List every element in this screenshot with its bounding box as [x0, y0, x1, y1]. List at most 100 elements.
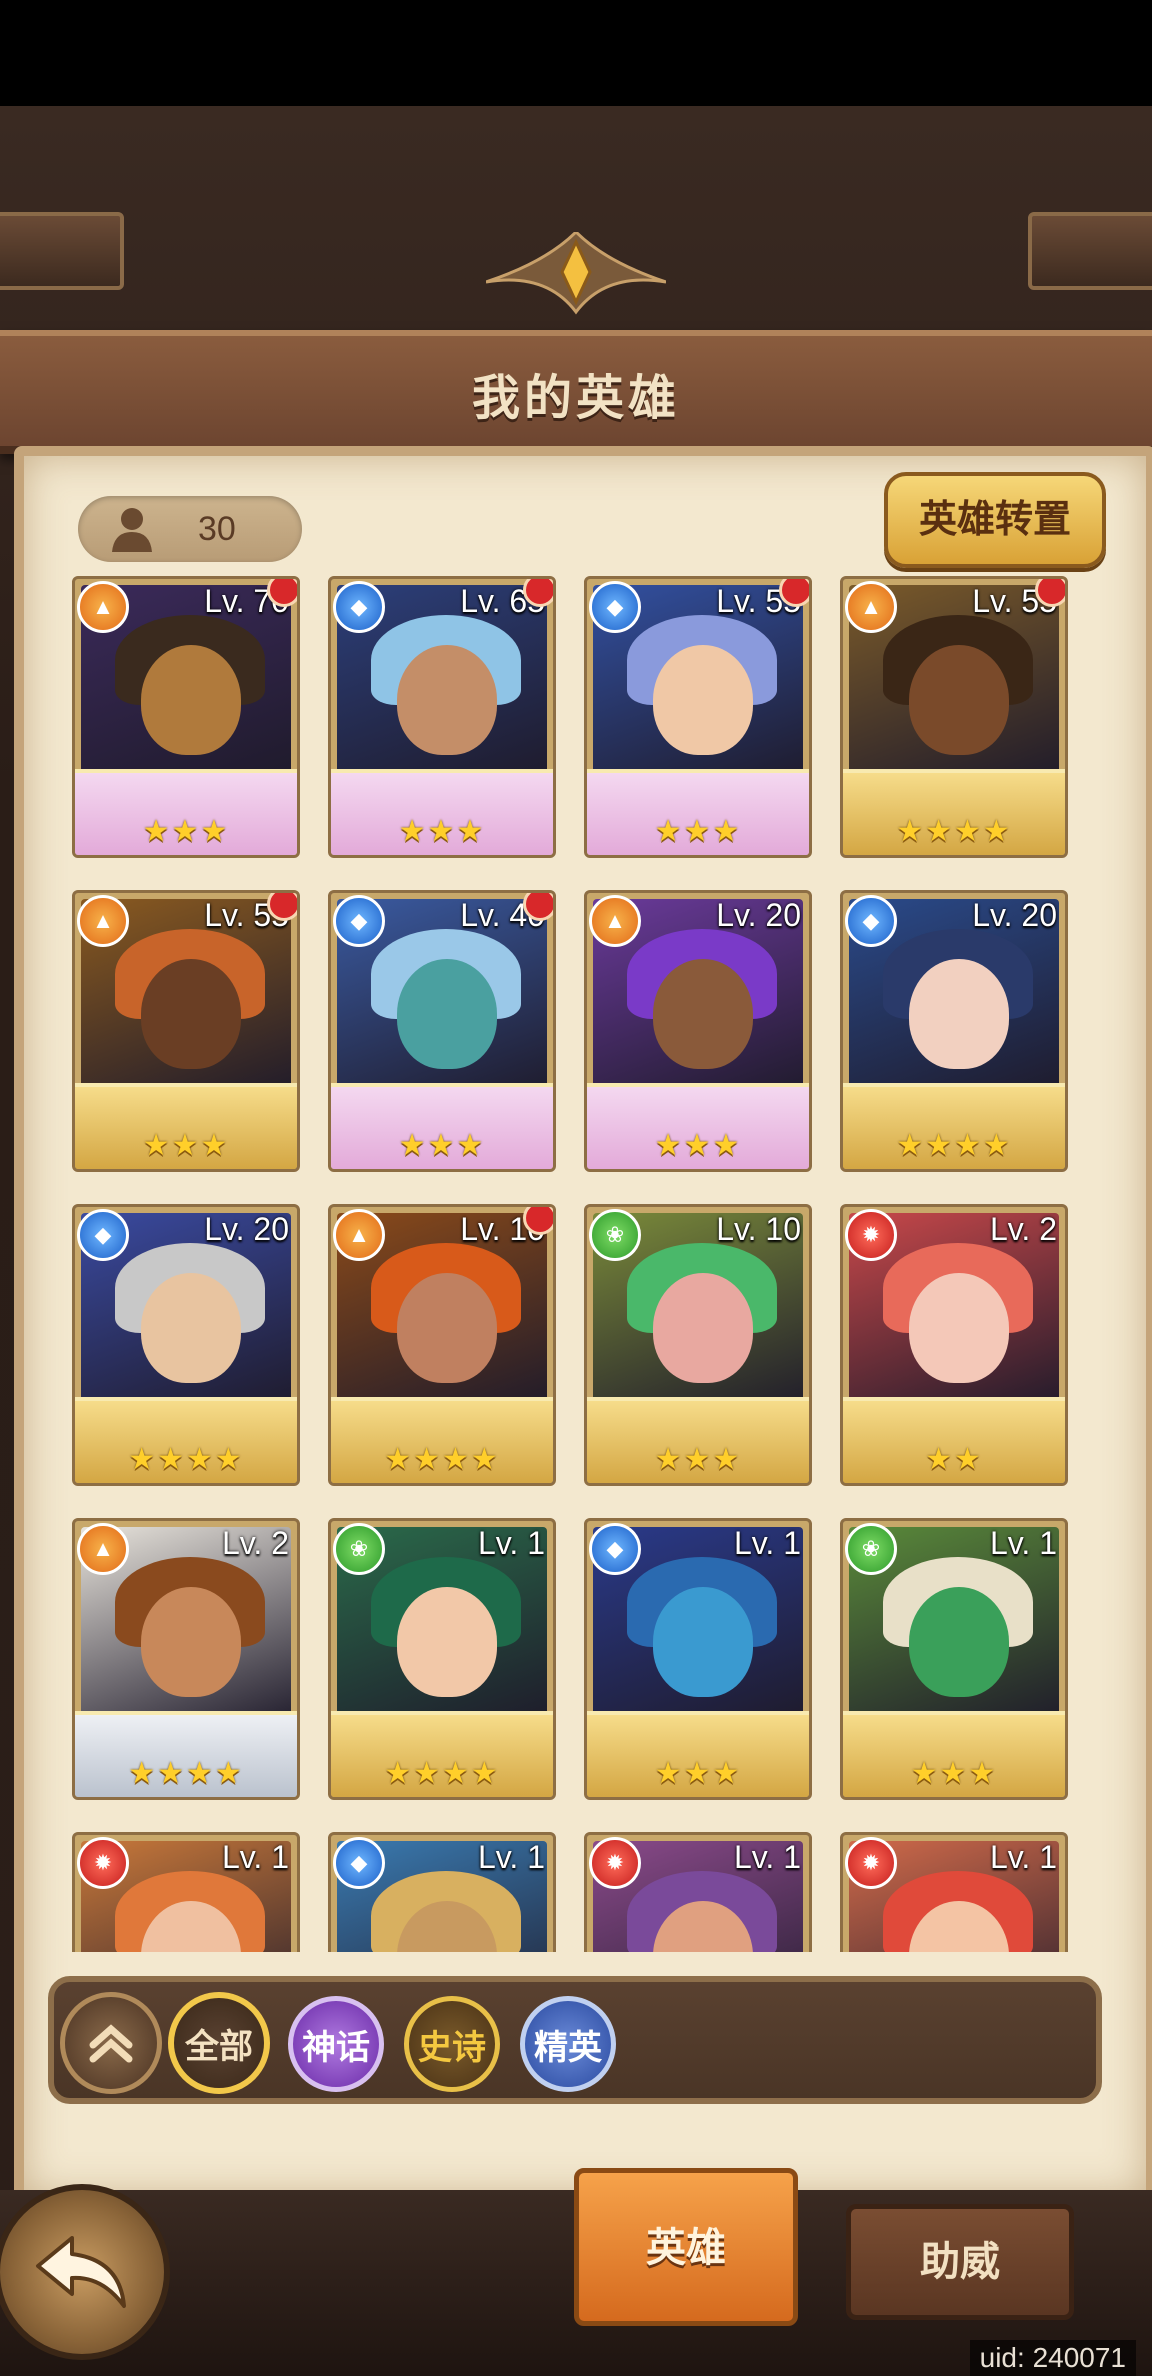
status-bar [0, 0, 1152, 106]
notification-dot [523, 1207, 553, 1235]
person-icon [112, 508, 152, 552]
hero-level: Lv. 1 [990, 1839, 1057, 1875]
hero-level: Lv. 1 [478, 1525, 545, 1561]
hero-face [653, 959, 753, 1069]
hero-stars: ★★★ [654, 1757, 742, 1790]
hero-card[interactable]: ◆ Lv. 20 ★★★★ [840, 890, 1068, 1172]
back-arrow-icon [36, 2236, 126, 2308]
hero-card[interactable]: ◆ Lv. 55 ★★★ [584, 576, 812, 858]
hero-face [909, 645, 1009, 755]
nature-element-icon: ❀ [333, 1523, 385, 1575]
hero-stars: ★★★★ [384, 1757, 500, 1790]
chevron-up-icon [89, 2024, 133, 2063]
blaze-element-icon: ✹ [589, 1837, 641, 1889]
hero-card[interactable]: ▲ Lv. 70 ★★★ [72, 576, 300, 858]
hero-stars: ★★★ [654, 1129, 742, 1162]
hero-face [397, 959, 497, 1069]
hero-level: Lv. 20 [204, 1211, 289, 1247]
hero-card[interactable]: ❀ Lv. 1 ★★★★ [328, 1518, 556, 1800]
hero-card[interactable]: ◆ Lv. 1 ★★★ [584, 1518, 812, 1800]
back-button[interactable] [0, 2184, 170, 2360]
notification-dot [523, 893, 553, 921]
hero-level: Lv. 1 [990, 1525, 1057, 1561]
blaze-element-icon: ✹ [77, 1837, 129, 1889]
hero-level: Lv. 20 [972, 897, 1057, 933]
hero-stars: ★★★★ [384, 1443, 500, 1476]
nature-element-icon: ❀ [589, 1209, 641, 1261]
hero-face [653, 1587, 753, 1697]
hero-stars: ★★★ [398, 1129, 486, 1162]
hero-stars: ★★★★ [128, 1757, 244, 1790]
fire-element-icon: ▲ [77, 1523, 129, 1575]
tab-assist[interactable]: 助威 [846, 2204, 1074, 2320]
hero-stars: ★★★ [398, 815, 486, 848]
blaze-element-icon: ✹ [845, 1837, 897, 1889]
hero-face [397, 1273, 497, 1383]
hero-stars: ★★★ [654, 815, 742, 848]
hero-card[interactable]: ▲ Lv. 55 ★★★ [72, 890, 300, 1172]
hero-level: Lv. 1 [734, 1525, 801, 1561]
right-pillar-decoration [1028, 212, 1152, 290]
hero-card[interactable]: ▲ Lv. 55 ★★★★ [840, 576, 1068, 858]
filter-all-button[interactable]: 全部 [168, 1992, 270, 2094]
notification-dot [523, 579, 553, 607]
hero-face [141, 1587, 241, 1697]
hero-count-pill: 30 [78, 496, 302, 562]
hero-card[interactable]: ✹ Lv. 1 [584, 1832, 812, 1952]
filter-mythic-button[interactable]: 神话 [288, 1996, 384, 2092]
collapse-button[interactable] [60, 1992, 162, 2094]
hero-card[interactable]: ◆ Lv. 1 [328, 1832, 556, 1952]
hero-face [653, 645, 753, 755]
tab-hero[interactable]: 英雄 [574, 2168, 798, 2326]
hero-level: Lv. 10 [716, 1211, 801, 1247]
hero-card[interactable]: ▲ Lv. 10 ★★★★ [328, 1204, 556, 1486]
notification-dot [267, 893, 297, 921]
hero-card[interactable]: ✹ Lv. 1 [72, 1832, 300, 1952]
hero-card[interactable]: ▲ Lv. 2 ★★★★ [72, 1518, 300, 1800]
hero-face [909, 959, 1009, 1069]
hero-stars: ★★★★ [128, 1443, 244, 1476]
hero-face [141, 645, 241, 755]
hero-face [653, 1273, 753, 1383]
hero-level: Lv. 1 [478, 1839, 545, 1875]
hero-stars: ★★★ [142, 815, 230, 848]
blaze-element-icon: ✹ [845, 1209, 897, 1261]
filter-epic-button[interactable]: 史诗 [404, 1996, 500, 2092]
hero-count: 30 [198, 510, 236, 548]
hero-card[interactable]: ❀ Lv. 1 ★★★ [840, 1518, 1068, 1800]
water-element-icon: ◆ [845, 895, 897, 947]
hero-stars: ★★★★ [896, 1129, 1012, 1162]
water-element-icon: ◆ [333, 581, 385, 633]
hero-card[interactable]: ❀ Lv. 10 ★★★ [584, 1204, 812, 1486]
fire-element-icon: ▲ [77, 895, 129, 947]
notification-dot [267, 579, 297, 607]
nature-element-icon: ❀ [845, 1523, 897, 1575]
water-element-icon: ◆ [333, 895, 385, 947]
hero-face [909, 1273, 1009, 1383]
hero-card[interactable]: ◆ Lv. 20 ★★★★ [72, 1204, 300, 1486]
hero-transfer-button[interactable]: 英雄转置 [884, 472, 1106, 568]
hero-card[interactable]: ◆ Lv. 65 ★★★ [328, 576, 556, 858]
hero-level: Lv. 2 [222, 1525, 289, 1561]
hero-level: Lv. 1 [222, 1839, 289, 1875]
notification-dot [1035, 579, 1065, 607]
water-element-icon: ◆ [77, 1209, 129, 1261]
hero-card[interactable]: ✹ Lv. 2 ★★ [840, 1204, 1068, 1486]
hero-stars: ★★★ [142, 1129, 230, 1162]
user-id: uid: 240071 [969, 2340, 1136, 2376]
hero-stars: ★★★ [654, 1443, 742, 1476]
water-element-icon: ◆ [589, 1523, 641, 1575]
hero-card[interactable]: ▲ Lv. 20 ★★★ [584, 890, 812, 1172]
hero-grid: ▲ Lv. 70 ★★★ ◆ Lv. 65 ★★★ ◆ Lv. 55 ★★★ ▲ Lv. 55 ★★★… [72, 576, 1080, 1952]
water-element-icon: ◆ [333, 1837, 385, 1889]
hero-stars: ★★ [925, 1443, 983, 1476]
filter-elite-button[interactable]: 精英 [520, 1996, 616, 2092]
hero-face [397, 645, 497, 755]
hero-card[interactable]: ✹ Lv. 1 [840, 1832, 1068, 1952]
hero-stars: ★★★★ [896, 815, 1012, 848]
water-element-icon: ◆ [589, 581, 641, 633]
hero-stars: ★★★ [910, 1757, 998, 1790]
hero-face [397, 1587, 497, 1697]
fire-element-icon: ▲ [589, 895, 641, 947]
hero-card[interactable]: ◆ Lv. 40 ★★★ [328, 890, 556, 1172]
